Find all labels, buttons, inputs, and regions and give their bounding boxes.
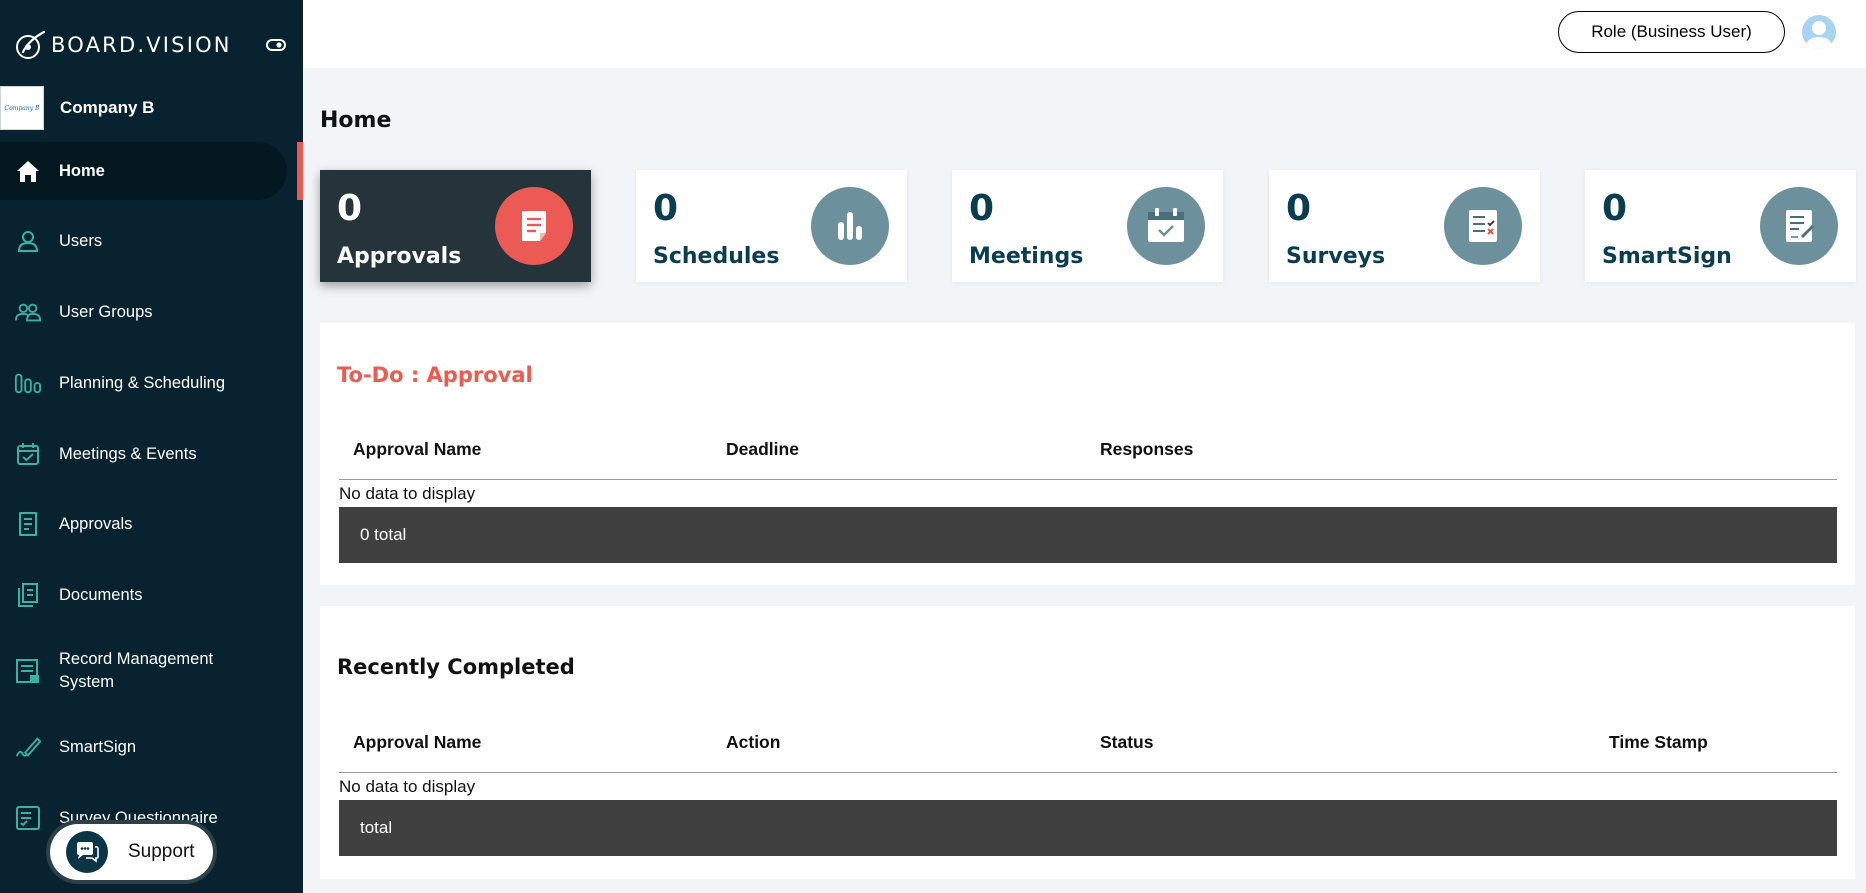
empty-state-text: No data to display — [339, 484, 476, 503]
brand[interactable]: BOARD.VISION — [13, 28, 232, 62]
sidebar-item-home[interactable]: Home — [0, 142, 287, 200]
card-label: Schedules — [653, 244, 780, 269]
board-vision-logo-icon — [16, 30, 46, 59]
sidebar-item-label: User Groups — [59, 302, 153, 321]
sidebar-item-meetings-events[interactable]: Meetings & Events — [0, 425, 287, 483]
avatar[interactable] — [1802, 15, 1836, 49]
card-meetings[interactable]: 0 Meetings — [952, 170, 1223, 282]
table-footer-total: 0 total — [339, 507, 1837, 563]
company-name: Company B — [60, 98, 155, 117]
column-header[interactable]: Approval Name — [353, 732, 481, 753]
sidebar-item-label: Approvals — [59, 514, 133, 533]
sidebar-item-record-management[interactable]: Record Management System — [0, 637, 287, 705]
company-switcher[interactable]: Company B Company B — [0, 86, 154, 130]
support-label: Support — [128, 841, 195, 862]
panel-title: To-Do : Approval — [337, 363, 533, 387]
role-switch-button[interactable]: Role (Business User) — [1558, 11, 1785, 53]
card-smartsign[interactable]: 0 SmartSign — [1585, 170, 1856, 282]
sidebar-item-planning-scheduling[interactable]: Planning & Scheduling — [0, 354, 287, 412]
approval-doc-icon — [14, 510, 42, 538]
sidebar-item-label: Documents — [59, 585, 143, 604]
recently-completed-panel: Recently Completed Approval Name Action … — [320, 606, 1855, 879]
sidebar-item-label: SmartSign — [59, 737, 137, 756]
column-header[interactable]: Approval Name — [353, 439, 481, 460]
card-label: SmartSign — [1602, 244, 1732, 269]
sidebar: BOARD.VISION Company B Company B Home Us… — [0, 0, 303, 893]
user-avatar-icon — [1805, 21, 1833, 49]
survey-icon — [14, 804, 42, 832]
total-count: 0 total — [360, 525, 407, 544]
total-count: total — [360, 818, 393, 837]
user-icon — [14, 227, 42, 255]
table-footer-total: total — [339, 800, 1837, 856]
card-count: 0 — [1602, 188, 1628, 229]
panel-title: Recently Completed — [337, 655, 575, 679]
pen-icon — [14, 733, 42, 761]
brand-name: BOARD.VISION — [51, 33, 232, 57]
column-header[interactable]: Action — [726, 732, 780, 753]
sidebar-item-user-groups[interactable]: User Groups — [0, 283, 287, 341]
sidebar-item-smartsign[interactable]: SmartSign — [0, 718, 287, 776]
home-icon — [14, 157, 42, 185]
card-count: 0 — [337, 188, 363, 229]
sidebar-item-label: Meetings & Events — [59, 444, 197, 463]
support-button[interactable]: Support — [50, 824, 213, 880]
documents-icon — [14, 581, 42, 609]
card-label: Approvals — [337, 244, 462, 269]
user-group-icon — [14, 298, 42, 326]
planning-icon — [14, 369, 42, 397]
record-icon — [14, 657, 42, 685]
sign-document-icon — [1760, 187, 1838, 265]
column-header[interactable]: Time Stamp — [1609, 732, 1708, 753]
sidebar-item-users[interactable]: Users — [0, 212, 287, 270]
sidebar-toggle-icon[interactable] — [265, 36, 287, 54]
sidebar-item-approvals[interactable]: Approvals — [0, 495, 287, 553]
card-approvals[interactable]: 0 Approvals — [320, 170, 591, 282]
chat-support-icon — [66, 831, 108, 873]
approval-doc-icon — [495, 187, 573, 265]
sidebar-item-label: Planning & Scheduling — [59, 373, 226, 392]
todo-approval-panel: To-Do : Approval Approval Name Deadline … — [320, 323, 1855, 585]
sidebar-item-label: Users — [59, 231, 103, 250]
card-surveys[interactable]: 0 Surveys — [1269, 170, 1540, 282]
card-count: 0 — [969, 188, 995, 229]
sidebar-item-documents[interactable]: Documents — [0, 566, 287, 624]
calendar-icon — [1127, 187, 1205, 265]
calendar-check-icon — [14, 440, 42, 468]
table-divider — [339, 772, 1837, 773]
card-count: 0 — [653, 188, 679, 229]
card-schedules[interactable]: 0 Schedules — [636, 170, 907, 282]
card-label: Surveys — [1286, 244, 1386, 269]
table-divider — [339, 479, 1837, 480]
column-header[interactable]: Deadline — [726, 439, 799, 460]
survey-checklist-icon — [1444, 187, 1522, 265]
sidebar-item-label: Record Management System — [59, 650, 214, 691]
company-logo: Company B — [0, 86, 44, 130]
empty-state-text: No data to display — [339, 777, 476, 796]
bar-chart-icon — [811, 187, 889, 265]
card-count: 0 — [1286, 188, 1312, 229]
column-header[interactable]: Responses — [1100, 439, 1193, 460]
active-nav-marker — [297, 142, 303, 200]
sidebar-item-label: Home — [59, 161, 105, 180]
column-header[interactable]: Status — [1100, 732, 1153, 753]
card-label: Meetings — [969, 244, 1084, 269]
page-title: Home — [320, 108, 392, 133]
